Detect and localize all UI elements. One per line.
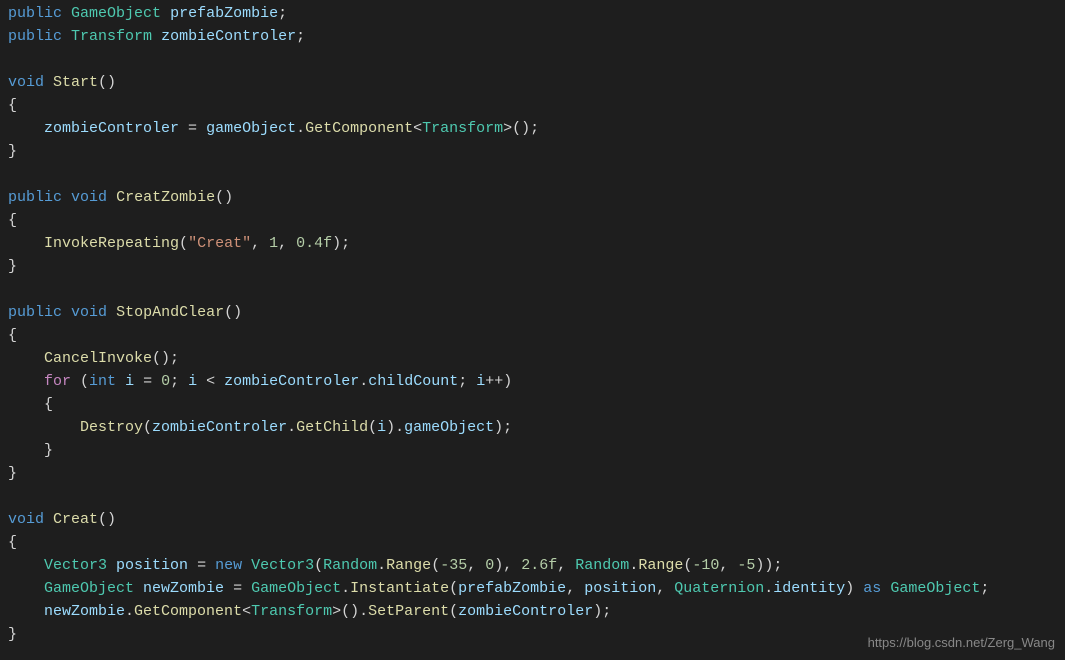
code-line: newZombie.GetComponent<Transform>().SetP… [8,600,1057,623]
code-line: void Creat() [8,508,1057,531]
code-line: { [8,94,1057,117]
code-line: } [8,462,1057,485]
code-line: Vector3 position = new Vector3(Random.Ra… [8,554,1057,577]
code-line: void Start() [8,71,1057,94]
code-line: GameObject newZombie = GameObject.Instan… [8,577,1057,600]
code-line [8,278,1057,301]
code-line [8,163,1057,186]
code-line: public Transform zombieControler; [8,25,1057,48]
code-line: public GameObject prefabZombie; [8,2,1057,25]
code-line: public void StopAndClear() [8,301,1057,324]
code-line: zombieControler = gameObject.GetComponen… [8,117,1057,140]
code-line: { [8,209,1057,232]
code-line: InvokeRepeating("Creat", 1, 0.4f); [8,232,1057,255]
code-line [8,485,1057,508]
code-line: { [8,531,1057,554]
watermark-text: https://blog.csdn.net/Zerg_Wang [868,631,1055,654]
code-line: } [8,439,1057,462]
code-line: CancelInvoke(); [8,347,1057,370]
code-line: Destroy(zombieControler.GetChild(i).game… [8,416,1057,439]
code-line [8,48,1057,71]
code-line: } [8,140,1057,163]
code-line: for (int i = 0; i < zombieControler.chil… [8,370,1057,393]
code-line: { [8,324,1057,347]
code-editor[interactable]: public GameObject prefabZombie; public T… [8,2,1057,646]
code-line: } [8,255,1057,278]
code-line: { [8,393,1057,416]
code-line: public void CreatZombie() [8,186,1057,209]
